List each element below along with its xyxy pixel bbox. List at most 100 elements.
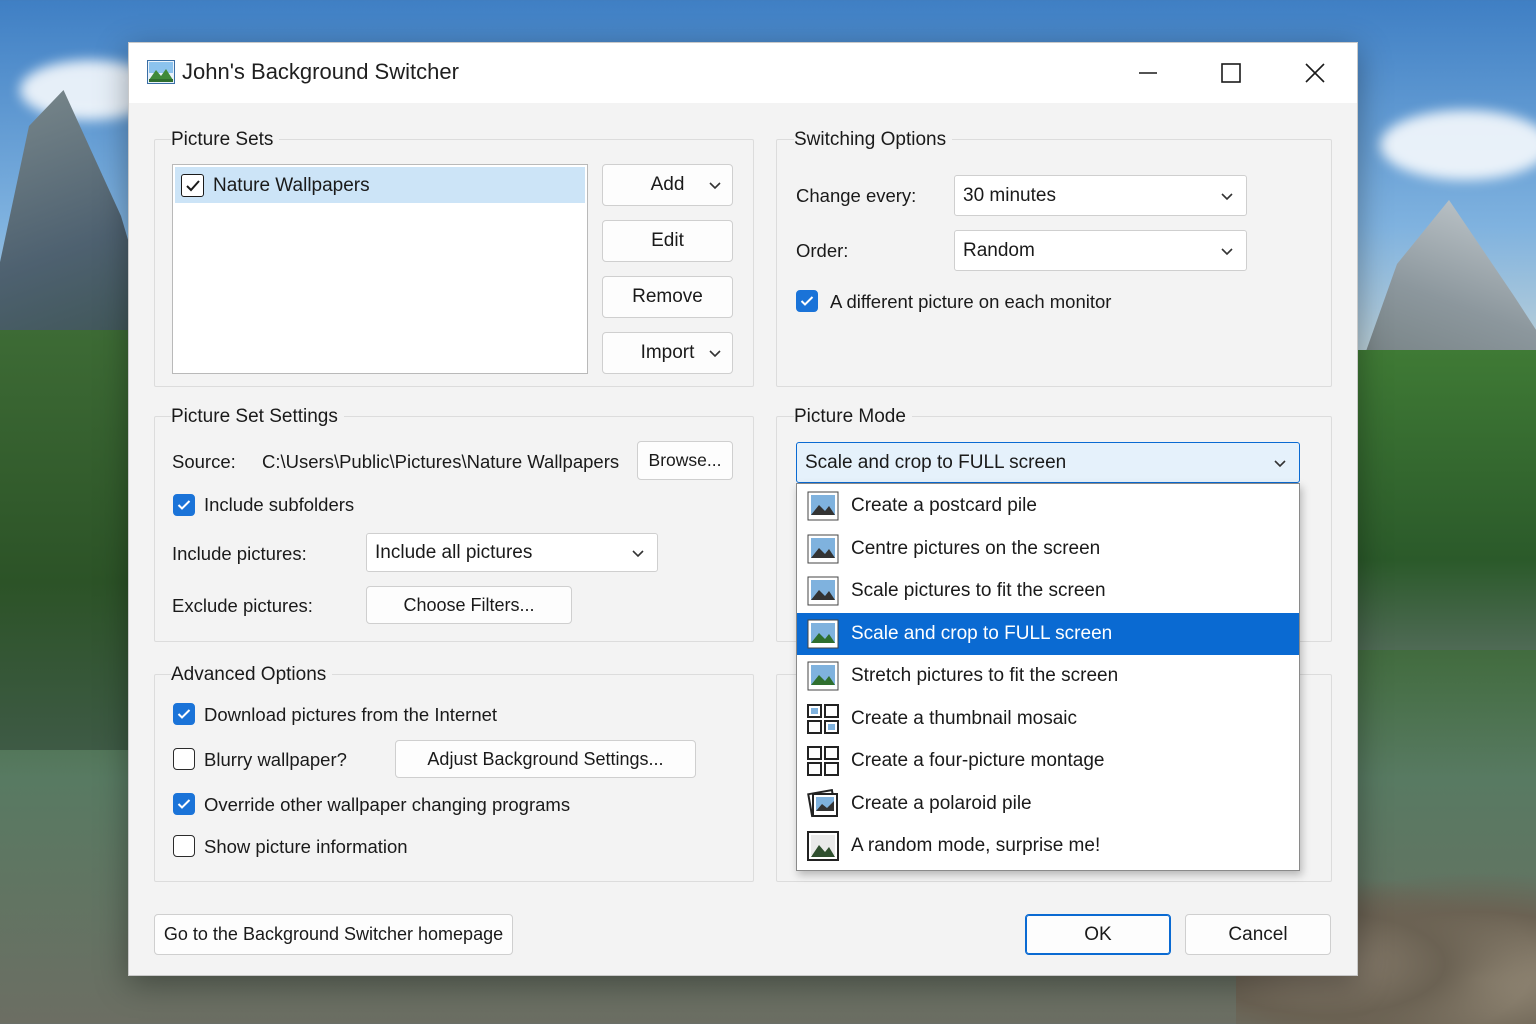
mode-option-label: Create a thumbnail mosaic (851, 707, 1077, 729)
include-subfolders-checkbox[interactable] (173, 494, 195, 516)
include-pictures-combo[interactable]: Include all pictures (366, 533, 658, 572)
mode-option-label: Scale pictures to fit the screen (851, 580, 1106, 602)
main-window: John's Background Switcher Picture Sets … (128, 42, 1358, 976)
maximize-icon (1221, 63, 1241, 83)
mode-option-centre[interactable]: Centre pictures on the screen (797, 528, 1299, 571)
check-icon (177, 709, 191, 719)
source-label: Source: (172, 451, 236, 472)
import-button-label: Import (640, 342, 695, 363)
chevron-down-icon (1221, 192, 1233, 200)
blurry-label: Blurry wallpaper? (204, 749, 347, 770)
adjust-background-button[interactable]: Adjust Background Settings... (395, 740, 696, 778)
stretch-icon (807, 661, 839, 691)
picture-mode-dropdown: Create a postcard pile Centre pictures o… (796, 483, 1300, 871)
edit-button[interactable]: Edit (602, 220, 733, 262)
cancel-button-label: Cancel (1228, 923, 1288, 945)
check-icon (185, 179, 200, 191)
chevron-down-icon (709, 350, 721, 358)
list-item-label: Nature Wallpapers (213, 175, 370, 196)
maximize-button[interactable] (1206, 55, 1256, 91)
scale-icon (807, 576, 839, 606)
change-every-label: Change every: (796, 185, 917, 206)
mode-option-label: Scale and crop to FULL screen (851, 622, 1113, 644)
picture-sets-list[interactable]: Nature Wallpapers (172, 164, 588, 374)
crop-icon (807, 619, 839, 649)
mosaic-icon (807, 703, 839, 734)
mode-option-stretch[interactable]: Stretch pictures to fit the screen (797, 655, 1299, 698)
picture-sets-title: Picture Sets (171, 129, 280, 151)
mode-option-label: A random mode, surprise me! (851, 835, 1101, 857)
check-icon (177, 799, 191, 809)
homepage-button[interactable]: Go to the Background Switcher homepage (154, 914, 513, 955)
homepage-button-label: Go to the Background Switcher homepage (163, 924, 504, 944)
chevron-down-icon (709, 182, 721, 190)
chevron-down-icon (1274, 459, 1286, 467)
random-icon (807, 831, 839, 862)
picture-mode-value: Scale and crop to FULL screen (805, 451, 1067, 473)
mode-option-mosaic[interactable]: Create a thumbnail mosaic (797, 698, 1299, 741)
choose-filters-label: Choose Filters... (403, 594, 535, 615)
chevron-down-icon (1221, 247, 1233, 255)
cancel-button[interactable]: Cancel (1185, 914, 1331, 955)
choose-filters-button[interactable]: Choose Filters... (366, 586, 572, 624)
override-checkbox[interactable] (173, 793, 195, 815)
show-info-label: Show picture information (204, 836, 408, 857)
picture-set-settings-title: Picture Set Settings (171, 406, 344, 428)
import-button[interactable]: Import (602, 332, 733, 374)
order-combo[interactable]: Random (954, 230, 1247, 271)
minimize-button[interactable] (1123, 55, 1173, 91)
add-button-label: Add (650, 174, 685, 195)
mode-option-polaroid[interactable]: Create a polaroid pile (797, 783, 1299, 826)
picture-mode-combo[interactable]: Scale and crop to FULL screen (796, 442, 1300, 483)
advanced-options-title: Advanced Options (171, 664, 333, 686)
check-icon (177, 500, 191, 510)
landscape-icon (147, 60, 175, 84)
mode-option-label: Centre pictures on the screen (851, 537, 1101, 559)
close-button[interactable] (1290, 55, 1340, 91)
browse-button-label: Browse... (648, 450, 722, 470)
exclude-pictures-label: Exclude pictures: (172, 595, 313, 616)
show-info-checkbox[interactable] (173, 835, 195, 857)
close-icon (1305, 63, 1325, 83)
order-value: Random (963, 239, 1035, 261)
include-pictures-label: Include pictures: (172, 543, 307, 564)
check-icon (800, 296, 814, 306)
source-path: C:\Users\Public\Pictures\Nature Wallpape… (262, 451, 620, 472)
browse-button[interactable]: Browse... (637, 441, 733, 480)
download-checkbox[interactable] (173, 703, 195, 725)
add-button[interactable]: Add (602, 164, 733, 206)
polaroid-icon (807, 788, 838, 817)
mode-option-scale[interactable]: Scale pictures to fit the screen (797, 570, 1299, 613)
mode-option-random[interactable]: A random mode, surprise me! (797, 825, 1299, 868)
list-item[interactable]: Nature Wallpapers (175, 167, 585, 203)
different-monitor-checkbox[interactable] (796, 290, 818, 312)
list-item-checkbox[interactable] (181, 174, 204, 197)
minimize-icon (1139, 72, 1157, 74)
chevron-down-icon (632, 549, 644, 557)
postcard-icon (807, 491, 839, 521)
remove-button[interactable]: Remove (602, 276, 733, 318)
change-every-value: 30 minutes (963, 184, 1056, 206)
blurry-checkbox[interactable] (173, 748, 195, 770)
edit-button-label: Edit (651, 230, 684, 251)
mode-option-montage[interactable]: Create a four-picture montage (797, 740, 1299, 783)
title-bar: John's Background Switcher (129, 43, 1357, 103)
download-label: Download pictures from the Internet (204, 704, 498, 725)
picture-mode-title: Picture Mode (794, 406, 912, 428)
include-subfolders-label: Include subfolders (204, 494, 355, 515)
change-every-combo[interactable]: 30 minutes (954, 175, 1247, 216)
centre-icon (807, 534, 839, 564)
mode-option-label: Create a four-picture montage (851, 750, 1105, 772)
different-monitor-label: A different picture on each monitor (830, 291, 1112, 312)
ok-button-label: OK (1084, 923, 1112, 945)
mode-option-crop[interactable]: Scale and crop to FULL screen (797, 612, 1299, 655)
window-title: John's Background Switcher (182, 59, 459, 84)
mode-option-postcard[interactable]: Create a postcard pile (797, 485, 1299, 528)
switching-options-title: Switching Options (794, 129, 953, 151)
override-label: Override other wallpaper changing progra… (204, 794, 571, 815)
order-label: Order: (796, 240, 849, 261)
mode-option-label: Create a polaroid pile (851, 792, 1032, 814)
montage-icon (807, 746, 839, 777)
mode-option-label: Create a postcard pile (851, 495, 1037, 517)
ok-button[interactable]: OK (1025, 914, 1171, 955)
